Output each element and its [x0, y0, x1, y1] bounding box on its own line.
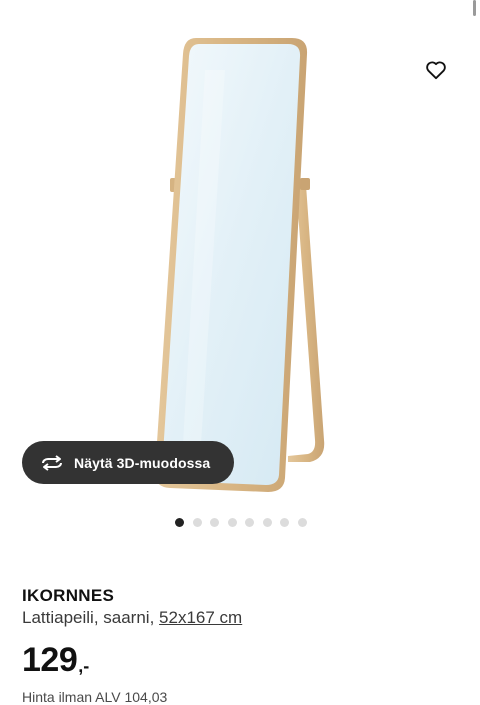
- gallery-pagination: [0, 518, 480, 528]
- view-3d-label: Näytä 3D-muodossa: [74, 454, 211, 471]
- product-description: Lattiapeili, saarni, 52x167 cm: [22, 607, 462, 629]
- heart-outline-icon: [426, 61, 446, 80]
- pagination-dot[interactable]: [297, 518, 307, 527]
- rotate-arrows-icon: [40, 451, 64, 475]
- pagination-dot[interactable]: [227, 518, 237, 527]
- pagination-dot[interactable]: [245, 518, 254, 527]
- pagination-dot[interactable]: [280, 518, 289, 527]
- price-suffix: ,-: [78, 656, 90, 676]
- product-size-link[interactable]: 52x167 cm: [159, 608, 242, 627]
- pagination-dot[interactable]: [210, 518, 219, 527]
- pagination-dot[interactable]: [192, 518, 202, 527]
- price-integer: 129: [22, 641, 78, 679]
- product-image-mirror: [154, 38, 325, 492]
- product-price: 129 ,-: [22, 643, 462, 677]
- product-description-text: Lattiapeili, saarni,: [22, 608, 155, 627]
- pagination-dot[interactable]: [262, 518, 272, 527]
- product-name: IKORNNES: [22, 586, 115, 605]
- product-info: IKORNNES Lattiapeili, saarni, 52x167 cm …: [22, 585, 462, 705]
- favourite-button[interactable]: [420, 54, 452, 86]
- pagination-dot[interactable]: [175, 518, 184, 527]
- view-3d-button[interactable]: Näytä 3D-muodossa: [22, 441, 234, 484]
- product-gallery[interactable]: Näytä 3D-muodossa: [0, 0, 480, 505]
